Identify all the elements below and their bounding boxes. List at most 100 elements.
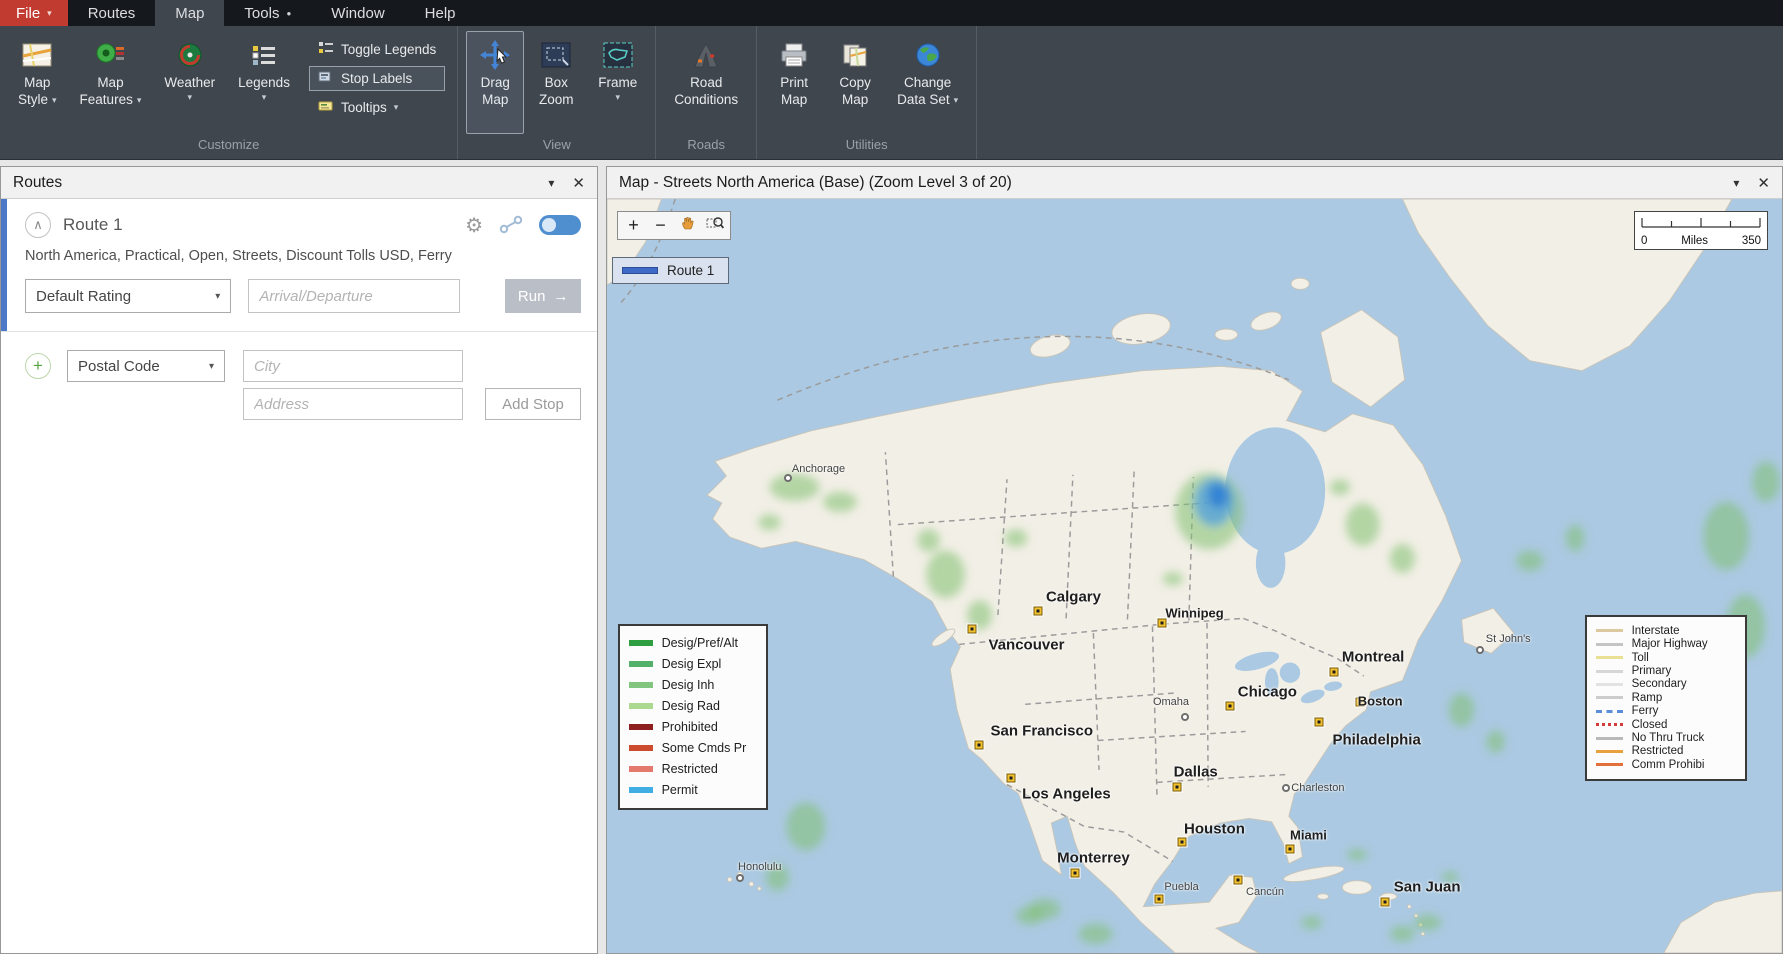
legend-item: Desig Inh: [629, 675, 757, 696]
toggle-legends-button[interactable]: Toggle Legends: [309, 37, 445, 62]
legend-item: Prohibited: [629, 717, 757, 738]
city-marker[interactable]: [736, 874, 744, 882]
route-collapse-button[interactable]: ∧: [25, 212, 51, 238]
scale-unit: Miles: [1681, 235, 1708, 247]
map-features-button[interactable]: Map Features▾: [70, 31, 152, 134]
legend-label: Ferry: [1632, 705, 1659, 717]
route-waypoints-icon[interactable]: [499, 215, 523, 235]
stop-labels-button[interactable]: Stop Labels: [309, 66, 445, 91]
tooltips-label: Tooltips: [341, 100, 387, 115]
tooltips-button[interactable]: Tooltips ▾: [309, 95, 445, 120]
zoom-in-button[interactable]: +: [620, 213, 647, 238]
box-zoom-button[interactable]: Box Zoom: [527, 31, 585, 134]
city-marker[interactable]: [1225, 701, 1234, 710]
city-marker[interactable]: [1476, 646, 1484, 654]
change-data-set-label-1: Change: [904, 75, 951, 92]
routes-panel-close-icon[interactable]: ✕: [572, 174, 585, 192]
city-marker[interactable]: [1172, 783, 1181, 792]
stop-type-select[interactable]: Postal Code ▾: [67, 350, 225, 382]
legend-swatch: [629, 703, 653, 709]
menu-map[interactable]: Map: [155, 0, 224, 26]
print-map-button[interactable]: Print Map: [765, 31, 823, 134]
menu-file[interactable]: File ▾: [0, 0, 68, 26]
copy-map-button[interactable]: Copy Map: [826, 31, 884, 134]
city-marker[interactable]: [1155, 894, 1164, 903]
map-style-button[interactable]: Map Style▾: [8, 31, 67, 134]
arrival-departure-input[interactable]: [248, 279, 460, 313]
road-conditions-label-2: Conditions: [674, 92, 738, 109]
legends-icon: [249, 39, 279, 71]
legend-item: Primary: [1596, 664, 1736, 677]
map-features-icon: [95, 39, 125, 71]
weather-button[interactable]: Weather ▾: [154, 31, 225, 134]
address-input[interactable]: [243, 388, 463, 420]
city-label: Montreal: [1342, 648, 1405, 665]
map-viewport[interactable]: AnchorageCalgaryWinnipegVancouverMontrea…: [607, 199, 1782, 953]
collapse-chevron-icon: ∧: [33, 217, 43, 233]
city-marker[interactable]: [1315, 718, 1324, 727]
caret-down-icon: ▾: [616, 92, 621, 103]
zoom-area-button[interactable]: [701, 213, 728, 238]
add-stop-plus-button[interactable]: +: [25, 353, 51, 379]
city-marker[interactable]: [1285, 844, 1294, 853]
toggle-legends-icon: [318, 41, 334, 58]
menu-window[interactable]: Window: [311, 0, 404, 26]
route-visibility-toggle[interactable]: [539, 215, 581, 235]
route-line-swatch: [622, 267, 658, 274]
city-label: Calgary: [1046, 589, 1101, 606]
map-panel-close-icon[interactable]: ✕: [1757, 174, 1770, 192]
legend-swatch: [629, 640, 653, 646]
menu-routes[interactable]: Routes: [68, 0, 156, 26]
legend-swatch: [1596, 723, 1623, 726]
frame-button[interactable]: Frame ▾: [588, 31, 647, 134]
legend-item: Desig Rad: [629, 696, 757, 717]
city-marker[interactable]: [975, 740, 984, 749]
legends-button[interactable]: Legends ▾: [228, 31, 300, 134]
map-panel-header: Map - Streets North America (Base) (Zoom…: [607, 167, 1782, 199]
legend-swatch: [1596, 670, 1623, 673]
routes-panel-collapse-icon[interactable]: ▾: [548, 176, 554, 190]
city-marker[interactable]: [1034, 607, 1043, 616]
scale-ruler: [1641, 216, 1761, 229]
change-data-set-button[interactable]: Change Data Set▾: [887, 31, 968, 134]
add-stop-button-label: Add Stop: [502, 396, 564, 413]
route-settings-gear-icon[interactable]: ⚙: [465, 213, 483, 238]
legend-item: Desig Expl: [629, 654, 757, 675]
print-map-icon: [779, 39, 809, 71]
city-marker[interactable]: [1330, 667, 1339, 676]
route-map-legend-badge[interactable]: Route 1: [612, 257, 729, 284]
city-marker[interactable]: [1070, 869, 1079, 878]
map-features-label-2: Features: [80, 92, 133, 109]
legend-label: Desig Expl: [662, 657, 722, 671]
run-button[interactable]: Run →: [505, 279, 581, 313]
city-marker[interactable]: [968, 624, 977, 633]
add-stop-button[interactable]: Add Stop: [485, 388, 581, 420]
city-input[interactable]: [243, 350, 463, 382]
legend-label: Major Highway: [1632, 638, 1708, 650]
frame-icon: [603, 39, 633, 71]
zoom-out-button[interactable]: −: [647, 213, 674, 238]
city-marker[interactable]: [1181, 713, 1189, 721]
route-badge-label: Route 1: [667, 263, 714, 278]
menu-tools[interactable]: Tools ●: [224, 0, 311, 26]
city-marker[interactable]: [1380, 898, 1389, 907]
city-label: Philadelphia: [1332, 731, 1420, 748]
caret-down-icon: ▾: [203, 291, 220, 302]
map-panel-collapse-icon[interactable]: ▾: [1733, 176, 1739, 190]
city-marker[interactable]: [1007, 774, 1016, 783]
legend-swatch: [1596, 737, 1623, 740]
city-marker[interactable]: [784, 474, 792, 482]
drag-map-label-2: Map: [482, 92, 508, 109]
city-marker[interactable]: [1282, 784, 1290, 792]
menu-window-label: Window: [331, 5, 384, 22]
map-style-label-2: Style: [18, 92, 48, 109]
road-conditions-button[interactable]: Road Conditions: [664, 31, 748, 134]
weather-label: Weather: [164, 75, 215, 92]
drag-map-button[interactable]: Drag Map: [466, 31, 524, 134]
city-marker[interactable]: [1233, 875, 1242, 884]
rating-select[interactable]: Default Rating ▾: [25, 279, 231, 313]
legend-swatch: [1596, 656, 1623, 659]
menu-help[interactable]: Help: [405, 0, 476, 26]
city-marker[interactable]: [1177, 838, 1186, 847]
pan-hand-button[interactable]: [674, 213, 701, 238]
